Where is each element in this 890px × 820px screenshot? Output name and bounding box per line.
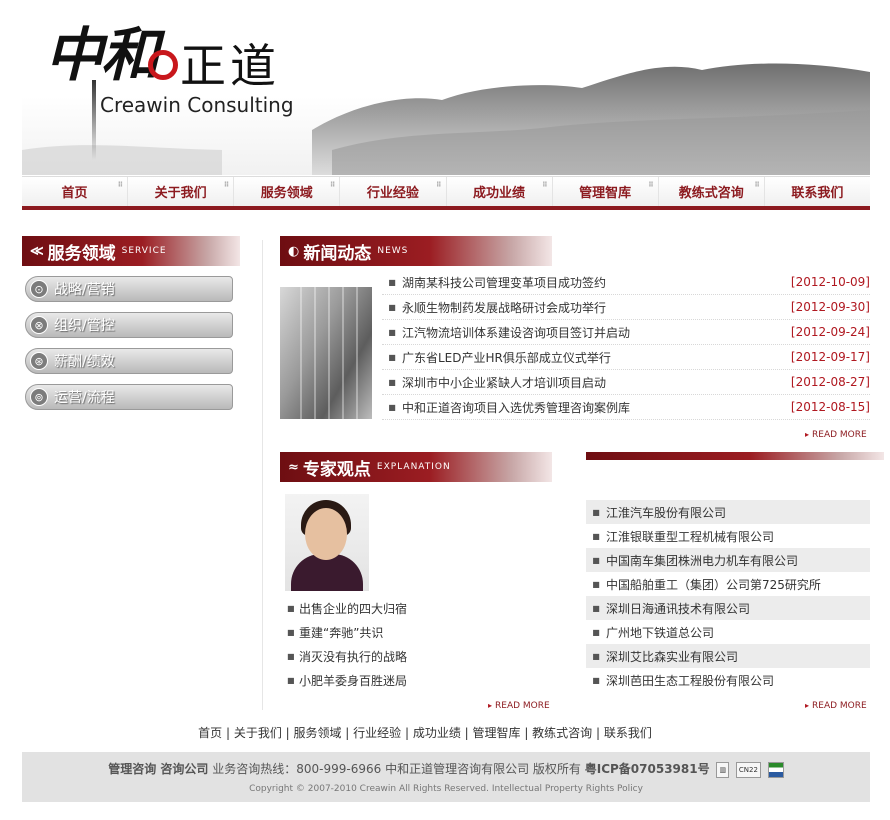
stats-badge-icon[interactable]: ▥: [716, 761, 730, 778]
client-item[interactable]: ■ 深圳艾比森实业有限公司: [586, 644, 870, 668]
logo-english: Creawin Consulting: [100, 93, 294, 117]
expert-portrait[interactable]: [285, 494, 369, 591]
footer-keywords: 管理咨询 咨询公司: [108, 762, 209, 776]
expert-title: ≈ 专家观点 EXPLANATION: [280, 452, 552, 482]
news-item[interactable]: ■ 中和正道咨询项目入选优秀管理咨询案例库 [2012-08-15]: [382, 395, 870, 420]
bullet-icon: ■: [592, 603, 600, 613]
sidebar-item-process[interactable]: ⊚ 运营/流程: [25, 384, 233, 410]
clients-list: ■ 江淮汽车股份有限公司 ■ 江淮银联重型工程机械有限公司 ■ 中国南车集团株洲电力机…: [586, 500, 870, 692]
arrow-right-icon: ▸: [805, 701, 810, 710]
news-item[interactable]: ■ 广东省LED产业HR俱乐部成立仪式举行 [2012-09-17]: [382, 345, 870, 370]
news-item[interactable]: ■ 永顺生物制药发展战略研讨会成功举行 [2012-09-30]: [382, 295, 870, 320]
column-divider: [262, 240, 263, 710]
expert-item[interactable]: ■ 出售企业的四大归宿: [287, 596, 557, 620]
client-item[interactable]: ■ 深圳日海通讯技术有限公司: [586, 596, 870, 620]
bullet-icon: ■: [592, 555, 600, 565]
bullet-icon: ■: [388, 327, 396, 337]
news-title: ◐ 新闻动态 NEWS: [280, 236, 552, 266]
logo-calligraphy[interactable]: 中和: [45, 8, 159, 92]
news-item[interactable]: ■ 湖南某科技公司管理变革项目成功签约 [2012-10-09]: [382, 270, 870, 295]
client-item[interactable]: ■ 中国船舶重工（集团）公司第725研究所: [586, 572, 870, 596]
news-item[interactable]: ■ 深圳市中小企业紧缺人才培训项目启动 [2012-08-27]: [382, 370, 870, 395]
nav-home[interactable]: 首页 ⠿: [22, 177, 129, 206]
nav-dot-icon: ⠿: [329, 181, 336, 189]
footer-links[interactable]: 首页 | 关于我们 | 服务领域 | 行业经验 | 成功业绩 | 管理智库 | …: [0, 724, 850, 741]
bullet-icon: ■: [388, 302, 396, 312]
wave-icon: ≪: [30, 243, 44, 259]
news-building-image: [280, 287, 372, 419]
bullet-icon: ■: [287, 675, 295, 685]
nav-dot-icon: ⠿: [648, 181, 654, 189]
bullet-icon: ■: [287, 603, 295, 613]
main-nav: 首页 ⠿ 关于我们 ⠿ 服务领域 ⠿ 行业经验 ⠿ 成功业绩 ⠿ 管理智库 ⠿ 教练式咨询 ⠿…: [22, 176, 870, 210]
sidebar-item-strategy[interactable]: ⊙ 战略/营销: [25, 276, 233, 302]
nav-dot-icon: ⠿: [542, 181, 548, 189]
nav-cases[interactable]: 成功业绩 ⠿: [447, 177, 553, 206]
news-read-more-link[interactable]: ▸ READ MORE: [805, 430, 867, 440]
clients-banner: [586, 452, 884, 460]
bullet-icon: ■: [388, 402, 396, 412]
logo-text: 正道: [180, 39, 280, 93]
compensation-icon: ⊛: [30, 352, 48, 370]
client-item[interactable]: ■ 江淮银联重型工程机械有限公司: [586, 524, 870, 548]
nav-about[interactable]: 关于我们 ⠿: [128, 177, 235, 206]
strategy-icon: ⊙: [30, 280, 48, 298]
footer-info: 管理咨询 咨询公司 业务咨询热线：800-999-6966 中和正道管理咨询有限…: [22, 760, 870, 778]
expert-read-more-link[interactable]: ▸ READ MORE: [488, 701, 550, 711]
nav-coaching[interactable]: 教练式咨询 ⠿: [659, 177, 765, 206]
bullet-icon: ■: [592, 675, 600, 685]
nav-contact[interactable]: 联系我们: [765, 177, 870, 206]
news-item[interactable]: ■ 江汽物流培训体系建设咨询项目签订并启动 [2012-09-24]: [382, 320, 870, 345]
bullet-icon: ■: [592, 651, 600, 661]
nav-dot-icon: ⠿: [223, 181, 230, 189]
client-item[interactable]: ■ 中国南车集团株洲电力机车有限公司: [586, 548, 870, 572]
sidebar-title: ≪ 服务领域 SERVICE: [22, 236, 240, 266]
footer-hotline: 业务咨询热线：800-999-6966 中和正道管理咨询有限公司 版权所有: [212, 762, 581, 776]
process-icon: ⊚: [30, 388, 48, 406]
nav-think-tank[interactable]: 管理智库 ⠿: [553, 177, 659, 206]
expert-item[interactable]: ■ 消灭没有执行的战略: [287, 644, 557, 668]
footer-icp[interactable]: 粤ICP备07053981号: [585, 762, 710, 776]
sidebar-item-compensation[interactable]: ⊛ 薪酬/绩效: [25, 348, 233, 374]
bullet-icon: ■: [592, 507, 600, 517]
expert-list: ■ 出售企业的四大归宿 ■ 重建“奔驰”共识 ■ 消灭没有执行的战略 ■ 小肥羊委身百胜…: [287, 596, 557, 692]
flag-badge-icon[interactable]: [767, 761, 784, 778]
bullet-icon: ■: [592, 531, 600, 541]
client-item[interactable]: ■ 江淮汽车股份有限公司: [586, 500, 870, 524]
bullet-icon: ■: [592, 579, 600, 589]
bullet-icon: ■: [388, 277, 396, 287]
expert-item[interactable]: ■ 小肥羊委身百胜迷局: [287, 668, 557, 692]
nav-industry[interactable]: 行业经验 ⠿: [340, 177, 447, 206]
clients-read-more-link[interactable]: ▸ READ MORE: [805, 701, 867, 711]
sidebar-item-organization[interactable]: ⊗ 组织/管控: [25, 312, 233, 338]
bullet-icon: ■: [388, 352, 396, 362]
nav-services[interactable]: 服务领域 ⠿: [234, 177, 341, 206]
nav-dot-icon: ⠿: [754, 181, 760, 189]
wave-icon: ≈: [288, 459, 299, 475]
logo-brush-stroke: [92, 80, 96, 160]
footer-copyright: Copyright © 2007-2010 Creawin All Rights…: [249, 784, 643, 794]
arrow-right-icon: ▸: [488, 701, 493, 710]
news-circle-icon: ◐: [288, 243, 300, 259]
bullet-icon: ■: [592, 627, 600, 637]
client-item[interactable]: ■ 深圳芭田生态工程股份有限公司: [586, 668, 870, 692]
bullet-icon: ■: [287, 627, 295, 637]
logo-red-circle-icon: [148, 50, 178, 80]
client-item[interactable]: ■ 广州地下铁道总公司: [586, 620, 870, 644]
news-list: ■ 湖南某科技公司管理变革项目成功签约 [2012-10-09] ■ 永顺生物制药发展…: [382, 270, 870, 420]
organization-icon: ⊗: [30, 316, 48, 334]
bullet-icon: ■: [388, 377, 396, 387]
nav-dot-icon: ⠿: [117, 181, 124, 189]
arrow-right-icon: ▸: [805, 430, 810, 439]
cn22-badge[interactable]: CN22: [735, 761, 761, 778]
nav-dot-icon: ⠿: [436, 181, 442, 189]
bullet-icon: ■: [287, 651, 295, 661]
expert-item[interactable]: ■ 重建“奔驰”共识: [287, 620, 557, 644]
